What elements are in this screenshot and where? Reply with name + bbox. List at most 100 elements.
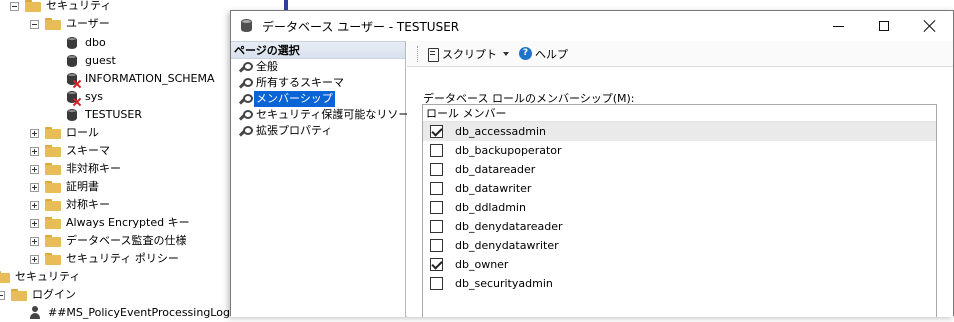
page-item-owned-schemas[interactable]: 所有するスキーマ (231, 75, 405, 91)
dialog-titlebar[interactable]: データベース ユーザー - TESTUSER (231, 11, 953, 41)
tree-node-logins[interactable]: ログイン (0, 286, 76, 304)
role-row[interactable]: db_owner (423, 255, 936, 274)
minimize-button[interactable] (815, 11, 861, 41)
tree-node-user-information-schema[interactable]: INFORMATION_SCHEMA (65, 70, 215, 88)
collapse-icon[interactable] (0, 290, 5, 300)
expand-icon[interactable] (30, 200, 39, 210)
help-label: ヘルプ (535, 47, 568, 61)
db-user-icon (65, 54, 80, 69)
role-row[interactable]: db_securityadmin (423, 274, 936, 293)
expand-icon[interactable] (30, 128, 39, 138)
role-name: db_backupoperator (455, 144, 562, 157)
collapse-icon[interactable] (10, 1, 19, 11)
role-checkbox[interactable] (430, 144, 443, 157)
page-item-extended-properties[interactable]: 拡張プロパティ (231, 123, 405, 139)
expand-icon[interactable] (30, 182, 39, 192)
role-name: db_denydatareader (455, 220, 563, 233)
role-row[interactable]: db_ddladmin (423, 198, 936, 217)
role-member-column-header[interactable]: ロール メンバー (423, 105, 936, 122)
help-icon: ? (519, 47, 532, 60)
role-checkbox[interactable] (430, 201, 443, 214)
script-button[interactable]: スクリプト (424, 43, 516, 65)
tree-node-schemas[interactable]: スキーマ (30, 142, 110, 160)
folder-icon (45, 127, 61, 139)
wrench-icon (238, 77, 253, 89)
wrench-icon (238, 125, 253, 137)
folder-icon (45, 181, 61, 193)
help-button[interactable]: ? ヘルプ (516, 43, 571, 65)
role-checkbox[interactable] (430, 182, 443, 195)
role-row[interactable]: db_datareader (423, 160, 936, 179)
tree-node-roles[interactable]: ロール (30, 124, 99, 142)
page-item-general[interactable]: 全般 (231, 59, 405, 75)
tree-node-asymmetric-keys[interactable]: 非対称キー (30, 160, 121, 178)
script-label: スクリプト (442, 47, 497, 61)
role-name: db_datawriter (455, 182, 532, 195)
folder-icon (25, 0, 41, 12)
role-checkbox[interactable] (430, 239, 443, 252)
close-button[interactable] (907, 11, 953, 41)
expand-icon[interactable] (30, 146, 39, 156)
tree-node-security-policies[interactable]: セキュリティ ポリシー (30, 250, 179, 268)
toolbar-grip[interactable] (417, 45, 420, 62)
wrench-icon (238, 109, 253, 121)
role-name: db_datareader (455, 163, 536, 176)
maximize-button[interactable] (861, 11, 907, 41)
role-row[interactable]: db_denydatawriter (423, 236, 936, 255)
page-item-membership[interactable]: メンバーシップ (231, 91, 405, 107)
tree-node-server-security[interactable]: セキュリティ (0, 268, 80, 286)
page-item-securables[interactable]: セキュリティ保護可能なリソース (231, 107, 420, 123)
dialog-title: データベース ユーザー - TESTUSER (262, 19, 460, 34)
collapse-icon[interactable] (30, 19, 39, 29)
page-selector: ページの選択 全般 所有するスキーマ メンバーシップ セキュリティ保護可能なリソ… (231, 41, 420, 317)
role-row[interactable]: db_datawriter (423, 179, 936, 198)
expand-icon[interactable] (30, 218, 39, 228)
close-icon (924, 20, 936, 32)
chevron-down-icon[interactable] (503, 51, 509, 56)
role-checkbox[interactable] (430, 125, 443, 138)
expand-icon[interactable] (30, 254, 39, 264)
tree-node-login-policy[interactable]: ##MS_PolicyEventProcessingLogin## (28, 304, 258, 322)
db-user-icon (65, 36, 80, 51)
folder-icon (45, 18, 61, 30)
role-row[interactable]: db_denydatareader (423, 217, 936, 236)
login-icon (28, 306, 42, 320)
tree-node-users[interactable]: ユーザー (30, 15, 110, 33)
role-checkbox[interactable] (430, 220, 443, 233)
role-name: db_securityadmin (455, 277, 553, 290)
role-name: db_denydatawriter (455, 239, 559, 252)
db-user-icon (65, 108, 80, 123)
tree-node-user-guest[interactable]: guest (65, 52, 116, 70)
role-checkbox[interactable] (430, 277, 443, 290)
folder-icon (0, 271, 10, 283)
tree-node-always-encrypted-keys[interactable]: Always Encrypted キー (30, 214, 190, 232)
minimize-icon (832, 25, 844, 27)
role-row[interactable]: db_backupoperator (423, 141, 936, 160)
dialog-toolbar: スクリプト ? ヘルプ (407, 41, 953, 67)
page-selector-header: ページの選択 (231, 41, 405, 59)
role-name: db_ddladmin (455, 201, 526, 214)
maximize-icon (879, 21, 889, 31)
database-icon (240, 18, 254, 34)
tree-node-database-audit-specs[interactable]: データベース監査の仕様 (30, 232, 186, 250)
role-checkbox[interactable] (430, 163, 443, 176)
folder-icon (45, 217, 61, 229)
expand-icon[interactable] (30, 236, 39, 246)
wrench-icon (238, 61, 253, 73)
role-membership-list[interactable]: ロール メンバー db_accessadmin db_backupoperator… (422, 104, 937, 317)
database-user-dialog: データベース ユーザー - TESTUSER ページの選択 全般 所有するスキー… (230, 10, 954, 317)
tree-node-security[interactable]: セキュリティ (10, 0, 111, 15)
membership-page: スクリプト ? ヘルプ データベース ロールのメンバーシップ(M): ロール メ… (407, 41, 953, 317)
folder-icon (45, 235, 61, 247)
tree-node-user-dbo[interactable]: dbo (65, 34, 106, 52)
tree-node-certificates[interactable]: 証明書 (30, 178, 99, 196)
expand-icon[interactable] (30, 164, 39, 174)
role-checkbox[interactable] (430, 258, 443, 271)
role-row[interactable]: db_accessadmin (423, 122, 936, 141)
tree-node-user-testuser[interactable]: TESTUSER (65, 106, 142, 124)
folder-icon (11, 289, 27, 301)
tree-node-user-sys[interactable]: sys (65, 88, 103, 106)
folder-icon (45, 199, 61, 211)
wrench-icon (238, 93, 253, 105)
tree-node-symmetric-keys[interactable]: 対称キー (30, 196, 110, 214)
